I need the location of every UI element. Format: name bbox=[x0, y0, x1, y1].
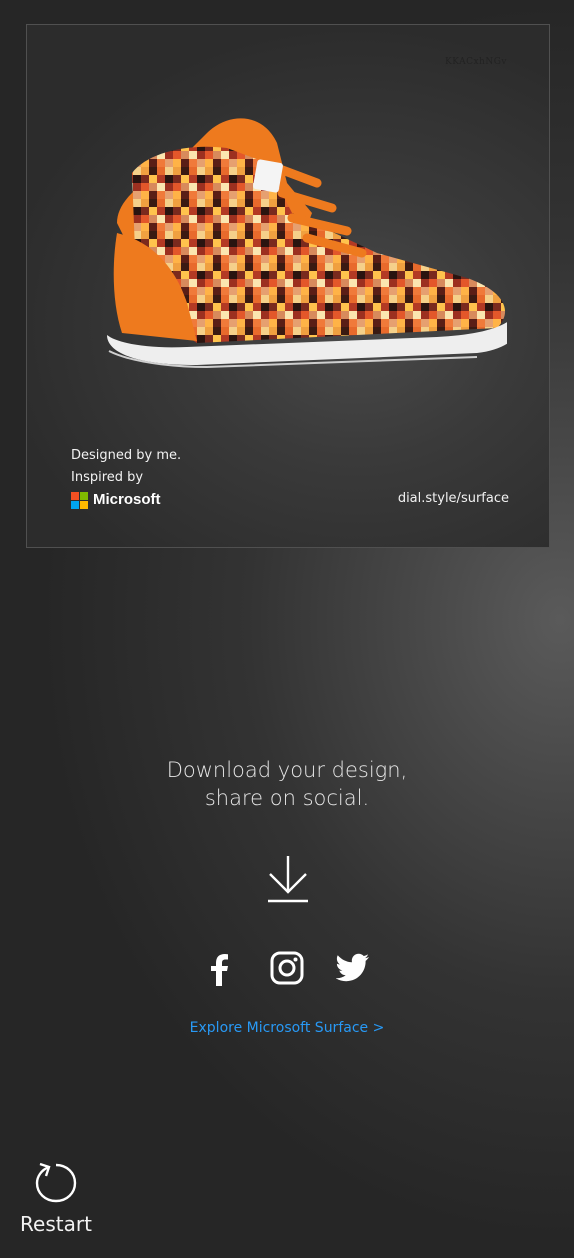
download-share-headline: Download your design, share on social. bbox=[0, 756, 574, 812]
instagram-share-button[interactable] bbox=[269, 950, 305, 986]
credit-designed-by: Designed by me. bbox=[71, 448, 182, 463]
facebook-icon bbox=[211, 954, 228, 986]
twitter-share-button[interactable] bbox=[335, 950, 371, 986]
explore-surface-link[interactable]: Explore Microsoft Surface > bbox=[0, 1020, 574, 1036]
sneaker-image bbox=[77, 103, 521, 373]
microsoft-wordmark: Microsoft bbox=[93, 491, 161, 508]
design-preview-card: KKACxhNGv Designed by me. Inspired by Mi… bbox=[26, 24, 550, 548]
design-credit: Designed by me. Inspired by Microsoft bbox=[71, 445, 181, 511]
social-share-row bbox=[0, 950, 574, 986]
microsoft-logo-icon bbox=[71, 491, 88, 509]
twitter-icon bbox=[336, 953, 369, 982]
instagram-icon bbox=[270, 951, 304, 985]
restart-button[interactable]: Restart bbox=[18, 1160, 94, 1236]
headline-line-1: Download your design, bbox=[166, 758, 408, 782]
credit-inspired-by: Inspired by bbox=[71, 470, 144, 485]
site-url: dial.style/surface bbox=[397, 491, 509, 506]
restart-icon bbox=[35, 1162, 77, 1203]
restart-label: Restart bbox=[20, 1212, 92, 1236]
design-code: KKACxhNGv bbox=[445, 57, 507, 67]
download-icon bbox=[268, 856, 308, 903]
download-button[interactable] bbox=[266, 852, 310, 904]
headline-line-2: share on social. bbox=[204, 786, 370, 810]
microsoft-brand: Microsoft bbox=[71, 489, 181, 511]
facebook-share-button[interactable] bbox=[203, 950, 239, 986]
